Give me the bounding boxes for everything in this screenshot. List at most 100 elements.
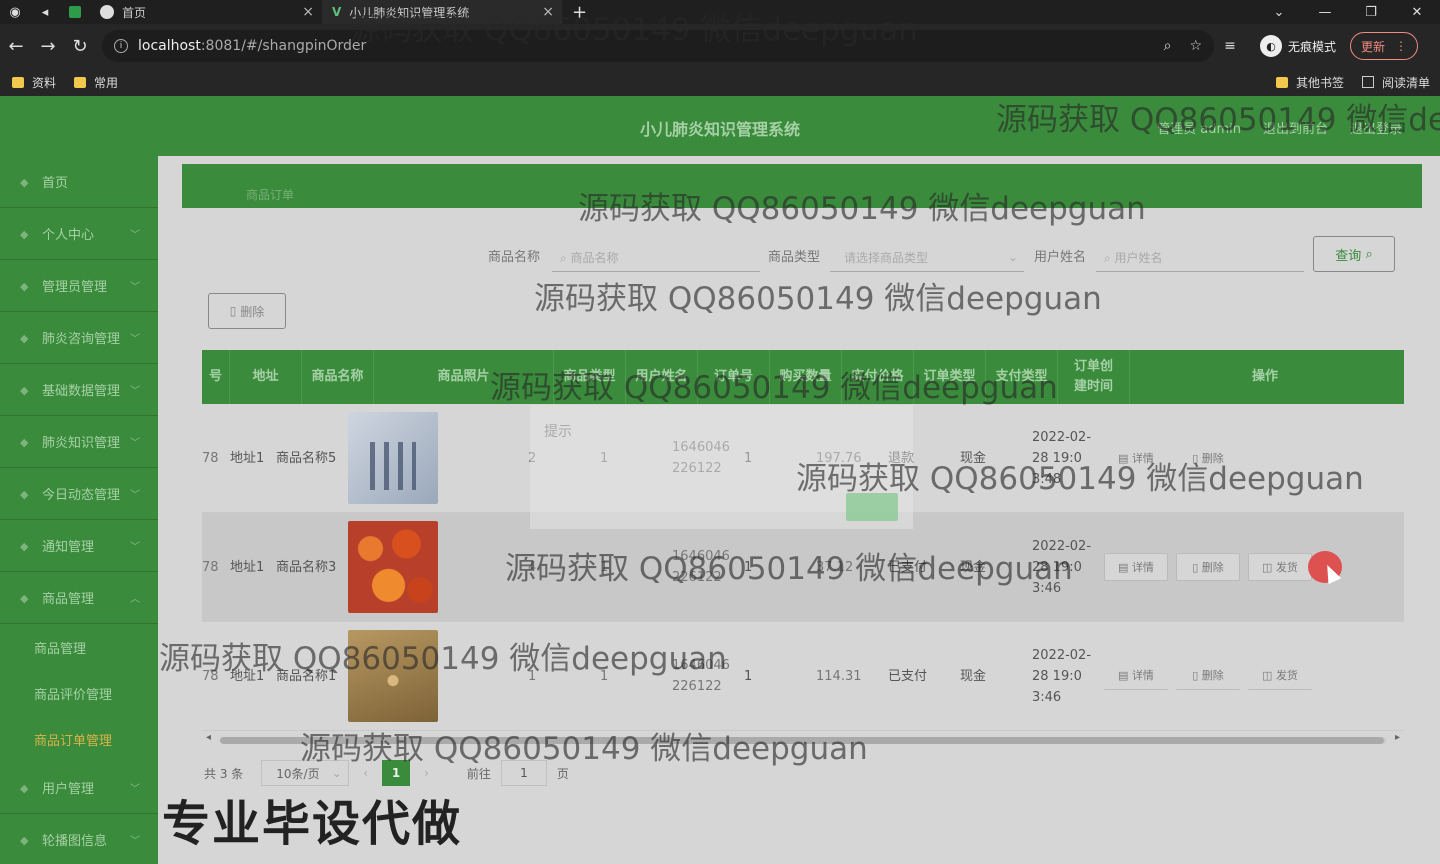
users-icon: ◆ — [20, 781, 29, 795]
detail-button[interactable]: ▤ 详情 — [1104, 444, 1168, 472]
browser-tab-home[interactable]: 首页 × — [90, 0, 322, 24]
ship-button[interactable]: ◫ 发货 — [1248, 662, 1312, 690]
sidebar-item-carousel[interactable]: ◆ 轮播图信息 ﹀ — [0, 814, 158, 864]
sidebar-item-admin[interactable]: ◆ 管理员管理 ﹀ — [0, 260, 158, 312]
close-tab-icon[interactable]: × — [302, 4, 314, 20]
update-button[interactable]: 更新 ⋮ — [1350, 32, 1419, 60]
sidebar-item-basedata[interactable]: ◆ 基础数据管理 ﹀ — [0, 364, 158, 416]
sidebar-subitem-goods-order[interactable]: 商品订单管理 — [0, 716, 158, 762]
bookmark-folder[interactable]: 资料 — [12, 74, 56, 91]
sidebar-subitem-goods[interactable]: 商品管理 — [0, 624, 158, 670]
new-tab-icon[interactable]: + — [572, 2, 587, 23]
reading-list-icon — [1361, 76, 1374, 88]
user-icon: ◆ — [20, 227, 29, 241]
col-header-name: 商品名称 — [302, 350, 374, 404]
search-label-name: 商品名称 — [488, 250, 541, 265]
delete-button[interactable]: ▯ 删除 — [1176, 553, 1240, 581]
sidebar-item-notice[interactable]: ◆ 通知管理 ﹀ — [0, 520, 158, 572]
minimize-icon[interactable]: — — [1302, 0, 1348, 24]
goto-suffix: 页 — [556, 766, 569, 781]
other-bookmarks[interactable]: 其他书签 — [1275, 74, 1344, 91]
next-page-icon[interactable]: › — [424, 766, 429, 780]
ship-button[interactable]: ◫ 发货 — [1248, 553, 1312, 581]
update-label: 更新 — [1361, 39, 1386, 54]
restore-icon[interactable]: ❐ — [1348, 0, 1394, 24]
reading-list[interactable]: 阅读清单 — [1361, 74, 1430, 91]
product-image[interactable] — [348, 630, 438, 722]
cell-actions: ▤ 详情 ▯ 删除 ◫ 发货 — [1094, 622, 1364, 730]
bookmark-star-icon[interactable]: ☆ — [1189, 38, 1202, 54]
sidebar-item-home[interactable]: ◆ 首页 — [0, 156, 158, 208]
sidebar-item-label: 管理员管理 — [42, 280, 108, 295]
close-tab-icon[interactable]: × — [542, 4, 554, 20]
search-icon: ⌕ — [1365, 246, 1373, 262]
url-input[interactable]: i localhost:8081/#/shangpinOrder ⌕ ☆ — [102, 30, 1214, 62]
search-select-type[interactable]: 请选择商品类型 ⌄ — [830, 240, 1024, 272]
detail-button[interactable]: ▤ 详情 — [1104, 553, 1168, 581]
search-button[interactable]: 查询 ⌕ — [1313, 236, 1395, 272]
truck-icon: ◫ — [1262, 560, 1276, 574]
incognito-icon: ◐ — [1260, 35, 1282, 57]
audio-icon[interactable]: ◂ — [30, 0, 60, 24]
goto-page-input[interactable]: 1 — [500, 760, 547, 786]
product-image[interactable] — [348, 521, 438, 613]
sidebar-item-label: 肺炎知识管理 — [42, 436, 121, 451]
page-size-select[interactable]: 10条/页 ⌄ — [261, 760, 350, 786]
sidebar-item-goods[interactable]: ◆ 商品管理 ︿ — [0, 572, 158, 624]
window-controls: ⌄ — ❐ ✕ — [1256, 0, 1440, 24]
scroll-left-icon[interactable]: ◂ — [206, 732, 211, 743]
back-icon[interactable]: ← — [0, 36, 32, 57]
col-header-pay: 支付类型 — [986, 350, 1058, 404]
browser-menu-icon[interactable]: ◉ — [0, 0, 30, 24]
detail-label: 详情 — [1131, 451, 1154, 465]
extension-icon[interactable] — [60, 0, 90, 24]
incognito-label: 无痕模式 — [1288, 39, 1337, 54]
sidebar-subitem-goods-review[interactable]: 商品评价管理 — [0, 670, 158, 716]
sidebar-item-profile[interactable]: ◆ 个人中心 ﹀ — [0, 208, 158, 260]
incognito-indicator[interactable]: ◐ 无痕模式 — [1260, 35, 1336, 57]
prev-page-icon[interactable]: ‹ — [363, 766, 368, 780]
forward-icon[interactable]: → — [32, 36, 64, 57]
cell-created: 2022-02-28 19:03:48 — [1032, 429, 1092, 487]
tab-label: 首页 — [122, 5, 147, 20]
horizontal-scrollbar[interactable]: ◂ ▸ — [202, 732, 1404, 746]
delete-label: 删除 — [1201, 669, 1224, 682]
bookmark-folder[interactable]: 常用 — [74, 74, 118, 91]
close-window-icon[interactable]: ✕ — [1394, 0, 1440, 24]
logout-link[interactable]: 退出登录 — [1350, 118, 1402, 137]
batch-delete-button[interactable]: ▯ 删除 — [208, 293, 286, 329]
cell-name: 商品名称3 — [276, 559, 337, 575]
delete-button[interactable]: ▯ 删除 — [1176, 444, 1240, 472]
sidebar-item-news[interactable]: ◆ 今日动态管理 ﹀ — [0, 468, 158, 520]
delete-button[interactable]: ▯ 删除 — [1176, 662, 1240, 690]
search-input-user[interactable]: ⌕ 用户姓名 — [1096, 240, 1304, 272]
col-header-user: 用户姓名 — [626, 350, 698, 404]
col-header-created: 订单创建时间 — [1058, 350, 1130, 404]
sidebar-item-knowledge[interactable]: ◆ 肺炎知识管理 ﹀ — [0, 416, 158, 468]
scroll-thumb[interactable] — [220, 737, 1384, 744]
zoom-icon[interactable]: ⌕ — [1164, 38, 1172, 54]
reading-mode-icon[interactable]: ≡ — [1214, 38, 1246, 54]
reload-icon[interactable]: ↻ — [64, 36, 96, 57]
chat-icon: ◆ — [20, 331, 29, 345]
product-image[interactable] — [348, 412, 438, 504]
page-favicon-icon — [100, 5, 114, 19]
search-input-name[interactable]: ⌕ 商品名称 — [552, 240, 760, 272]
sidebar-item-consult[interactable]: ◆ 肺炎咨询管理 ﹀ — [0, 312, 158, 364]
cell-user: 1 — [600, 559, 609, 575]
cell-address: 地址1 — [230, 450, 265, 466]
bookmark-label: 其他书签 — [1295, 75, 1344, 90]
page-number-current[interactable]: 1 — [382, 760, 411, 786]
sidebar-item-users[interactable]: ◆ 用户管理 ﹀ — [0, 762, 158, 814]
back-to-frontend-link[interactable]: 退出到前台 — [1263, 118, 1328, 137]
delete-label: 删除 — [1201, 451, 1224, 465]
detail-button[interactable]: ▤ 详情 — [1104, 662, 1168, 690]
browser-tab-active[interactable]: V 小儿肺炎知识管理系统 × — [322, 0, 562, 24]
site-info-icon[interactable]: i — [114, 39, 128, 53]
chevron-down-icon: ﹀ — [130, 784, 140, 795]
chevron-down-icon: ﹀ — [130, 282, 140, 293]
truck-icon: ◫ — [1262, 669, 1276, 682]
dialog-confirm-button[interactable] — [846, 493, 898, 521]
tab-search-icon[interactable]: ⌄ — [1256, 0, 1302, 24]
scroll-right-icon[interactable]: ▸ — [1395, 732, 1400, 743]
